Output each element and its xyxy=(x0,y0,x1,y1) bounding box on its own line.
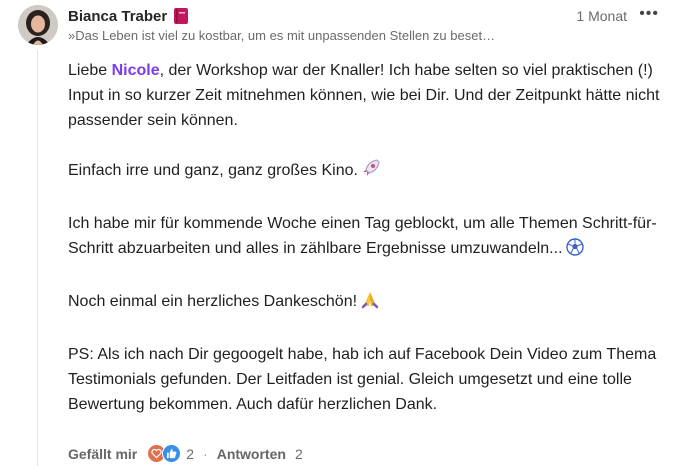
more-options-button[interactable]: ••• xyxy=(639,5,659,23)
comment-paragraph: Noch einmal ein herzliches Dankeschön! xyxy=(68,289,668,317)
comment-actions: Gefällt mir 2 · Antworten 2 xyxy=(68,444,303,463)
comment-paragraph: Einfach irre und ganz, ganz großes Kino. xyxy=(68,158,668,186)
comment-time: 1 Monat xyxy=(576,8,627,24)
soccer-ball-icon xyxy=(565,238,584,264)
like-button[interactable]: Gefällt mir xyxy=(68,446,137,462)
thread-line xyxy=(37,50,38,466)
rocket-icon xyxy=(361,158,381,186)
reply-button[interactable]: Antworten xyxy=(217,446,286,462)
comment-paragraph: PS: Als ich nach Dir gegoogelt habe, hab… xyxy=(68,346,657,413)
text-segment: Liebe xyxy=(68,62,112,79)
comment-body: Liebe Nicole, der Workshop war der Knall… xyxy=(68,58,668,442)
comment-paragraph: Ich habe mir für kommende Woche einen Ta… xyxy=(68,211,668,264)
comment-paragraph: Liebe Nicole, der Workshop war der Knall… xyxy=(68,58,668,133)
reaction-count: 2 xyxy=(186,445,195,462)
text-segment: Noch einmal ein herzliches Dankeschön! xyxy=(68,293,358,310)
author-headline: »Das Leben ist viel zu kostbar, um es mi… xyxy=(68,28,496,43)
like-reaction-icon xyxy=(162,444,182,463)
mention-link[interactable]: Nicole xyxy=(112,62,160,79)
reply-count[interactable]: 2 xyxy=(295,446,303,462)
avatar[interactable] xyxy=(18,5,58,45)
author-name[interactable]: Bianca Traber xyxy=(68,8,167,25)
folded-hands-icon xyxy=(360,289,380,317)
separator-dot: · xyxy=(203,445,208,462)
book-icon xyxy=(173,7,189,25)
text-segment: Einfach irre und ganz, ganz großes Kino. xyxy=(68,162,358,179)
reactions-summary[interactable]: 2 xyxy=(147,444,194,463)
